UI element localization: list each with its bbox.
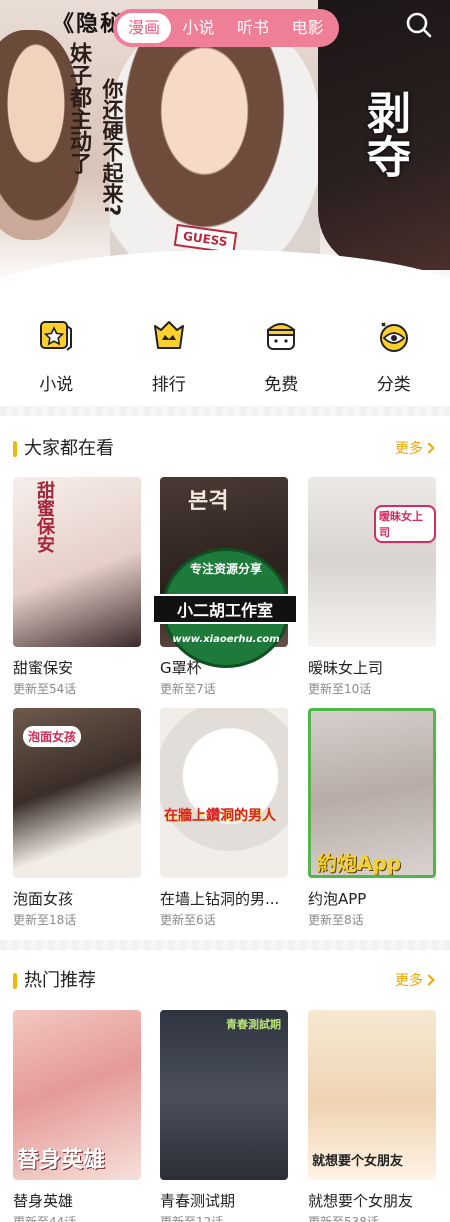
comic-card[interactable]: 約炮App 约泡APP 更新至8话: [308, 708, 436, 928]
more-link[interactable]: 更多: [395, 969, 435, 993]
cover-title: 본격: [188, 489, 229, 514]
comic-cover: 泡面女孩: [13, 708, 141, 878]
more-label: 更多: [395, 441, 423, 457]
more-link[interactable]: 更多: [395, 437, 435, 461]
tab-novel[interactable]: 小说: [171, 13, 226, 43]
tab-audiobook[interactable]: 听书: [226, 13, 281, 43]
divider: [0, 940, 450, 950]
comic-cover: 暧昧女上司: [308, 477, 436, 647]
comic-title: 在墙上钻洞的男...: [160, 890, 280, 908]
comic-title: 甜蜜保安: [13, 659, 74, 677]
category-icon: [379, 322, 408, 352]
comic-update: 更新至10话: [308, 682, 372, 696]
chevron-right-icon: [423, 974, 435, 986]
section-title: 热门推荐: [24, 970, 96, 991]
cover-title: 替身英雄: [17, 1148, 106, 1173]
cover-title: 甜蜜保安: [34, 481, 55, 553]
comic-update: 更新至18话: [13, 913, 77, 927]
book-star-icon: [40, 321, 73, 351]
hero-caption-mid: 你还硬不起来?: [100, 78, 124, 217]
more-label: 更多: [395, 973, 423, 989]
watermark-stamp: 专注资源分享 小二胡工作室 www.xiaoerhu.com: [152, 548, 298, 668]
comic-cover: 青春測試期: [160, 1010, 288, 1180]
comic-update: 更新至54话: [13, 682, 77, 696]
comic-card[interactable]: 在牆上鑽洞的男人 在墙上钻洞的男... 更新至6话: [160, 708, 288, 928]
cover-title: 在牆上鑽洞的男人: [164, 808, 276, 824]
entry-ranking[interactable]: 排行: [113, 312, 226, 404]
entry-category[interactable]: 分类: [338, 312, 450, 404]
watermark-main: 小二胡工作室: [152, 594, 298, 624]
comic-card[interactable]: 泡面女孩 泡面女孩 更新至18话: [13, 708, 141, 928]
entry-free-label: 免费: [264, 375, 299, 395]
comic-card[interactable]: 就想要个女朋友 就想要个女朋友 更新至538话: [308, 1010, 436, 1222]
comic-cover: 甜蜜保安: [13, 477, 141, 647]
comic-title: 就想要个女朋友: [308, 1192, 414, 1210]
entry-novel-label: 小说: [39, 375, 74, 395]
tab-comic[interactable]: 漫画: [117, 13, 171, 43]
tab-movie[interactable]: 电影: [280, 13, 335, 43]
entry-ranking-label: 排行: [151, 375, 186, 395]
gift-box-icon: [267, 323, 296, 350]
comic-card[interactable]: 青春測試期 青春测试期 更新至12话: [160, 1010, 288, 1222]
comic-title: 青春测试期: [160, 1192, 236, 1210]
comic-update: 更新至538话: [308, 1215, 379, 1222]
section-title: 大家都在看: [24, 438, 114, 459]
comic-update: 更新至12话: [160, 1215, 224, 1222]
entry-category-label: 分类: [376, 375, 411, 395]
comic-card[interactable]: 暧昧女上司 暧昧女上司 更新至10话: [308, 477, 436, 697]
comic-cover: 替身英雄: [13, 1010, 141, 1180]
cover-title: 約炮App: [317, 851, 402, 875]
comic-update: 更新至7话: [160, 682, 216, 696]
cover-title: 暧昧女上司: [374, 505, 436, 543]
comic-card[interactable]: 替身英雄 替身英雄 更新至44话: [13, 1010, 141, 1222]
section-popular-header: 大家都在看 更多: [0, 435, 450, 465]
entry-free[interactable]: 免费: [225, 312, 338, 404]
section-marker: [13, 973, 17, 989]
divider: [0, 406, 450, 416]
hero-caption-left: 妹子都主动了: [66, 42, 91, 174]
search-icon[interactable]: [404, 10, 434, 40]
comic-title: 约泡APP: [308, 890, 367, 908]
cover-title: 青春測試期: [226, 1018, 281, 1031]
comic-update: 更新至44话: [13, 1215, 77, 1222]
section-marker: [13, 441, 17, 457]
comic-cover: 約炮App: [308, 708, 436, 878]
watermark-bottom: www.xiaoerhu.com: [172, 634, 280, 645]
comic-title: 泡面女孩: [13, 890, 74, 908]
comic-card[interactable]: 甜蜜保安 甜蜜保安 更新至54话: [13, 477, 141, 697]
crown-icon: [153, 321, 184, 349]
comic-title: 替身英雄: [13, 1192, 74, 1210]
comic-cover: 在牆上鑽洞的男人: [160, 708, 288, 878]
top-tab-bar: 漫画 小说 听书 电影: [113, 9, 339, 47]
comic-update: 更新至6话: [160, 913, 216, 927]
hero-big-title: 剥夺: [359, 90, 410, 178]
comic-cover: 就想要个女朋友: [308, 1010, 436, 1180]
comic-title: 暧昧女上司: [308, 659, 384, 677]
comic-update: 更新至8话: [308, 913, 364, 927]
cover-title: 就想要个女朋友: [312, 1154, 404, 1169]
entry-novel[interactable]: 小说: [0, 312, 113, 404]
section-hot-header: 热门推荐 更多: [0, 967, 450, 997]
quick-entries: 小说 排行 免费 分类: [0, 312, 450, 404]
chevron-right-icon: [423, 442, 435, 454]
watermark-top: 专注资源分享: [189, 562, 262, 576]
cover-title: 泡面女孩: [23, 726, 82, 747]
